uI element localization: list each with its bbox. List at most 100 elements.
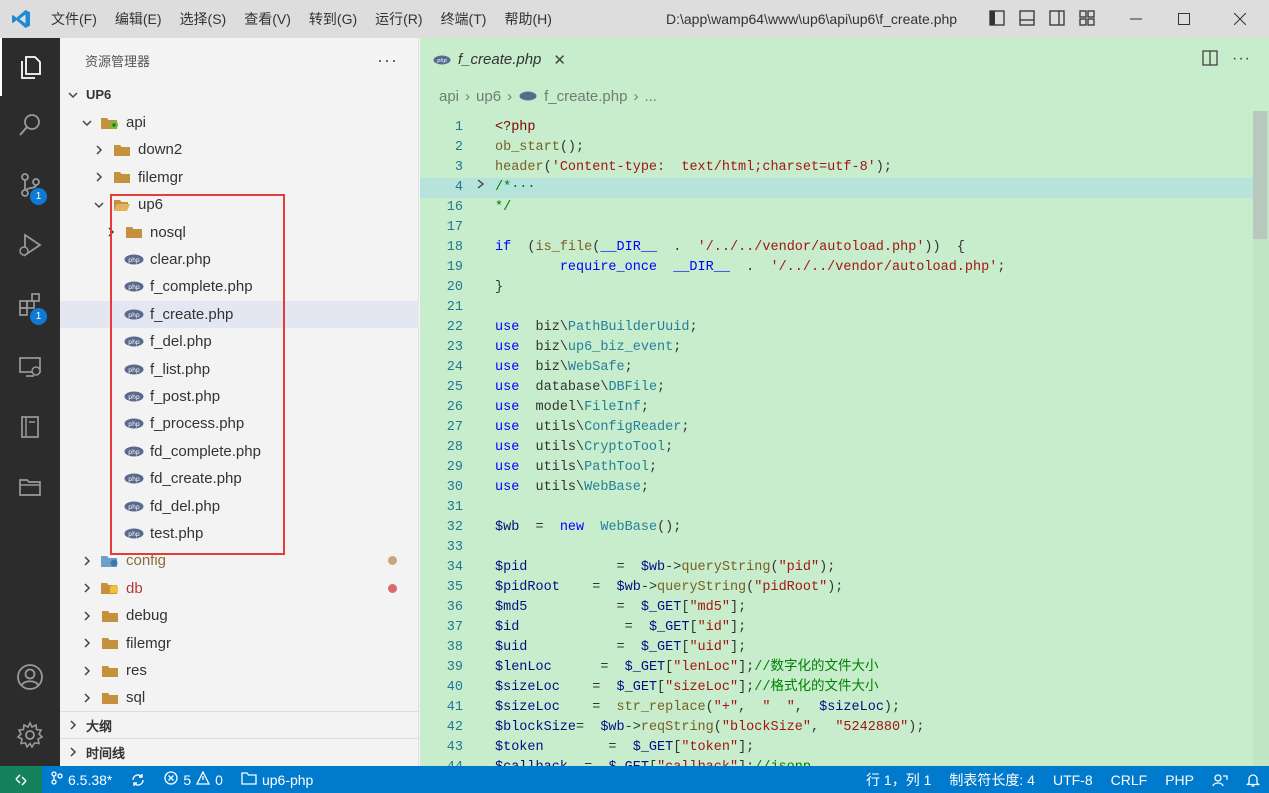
workspace-root[interactable]: UP6 (60, 81, 419, 108)
code-line[interactable]: 39 $lenLoc = $_GET["lenLoc"];//数字化的文件大小 (420, 658, 1254, 678)
file-fd-complete[interactable]: php fd_complete.php (60, 438, 419, 465)
code-line[interactable]: 36 $md5 = $_GET["md5"]; (420, 598, 1254, 618)
accounts-icon[interactable] (0, 648, 60, 706)
close-icon[interactable] (1217, 0, 1263, 38)
source-control-icon[interactable]: 1 (0, 156, 60, 214)
code-line[interactable]: 33 (420, 538, 1254, 558)
tab-size[interactable]: 制表符长度: 4 (940, 766, 1044, 793)
toggle-panel-icon[interactable] (1018, 9, 1036, 27)
tab-close-icon[interactable]: ✕ (553, 51, 566, 69)
folder-down2[interactable]: down2 (60, 136, 419, 163)
file-clear[interactable]: php clear.php (60, 246, 419, 273)
code-line[interactable]: 19 require_once __DIR__ . '/../../vendor… (420, 258, 1254, 278)
notifications-bell-icon[interactable] (1237, 766, 1269, 793)
more-actions-icon[interactable]: ··· (377, 50, 398, 71)
folder-icon[interactable] (0, 458, 60, 516)
folder-up6[interactable]: up6 (60, 191, 419, 218)
fold-chevron-right-icon[interactable] (476, 178, 488, 198)
code-line[interactable]: 24 use biz\WebSafe; (420, 358, 1254, 378)
code-line[interactable]: 44 $callback = $_GET["callback"];//jsonp (420, 758, 1254, 766)
code-line[interactable]: 30 use utils\WebBase; (420, 478, 1254, 498)
folder-filemgr-root[interactable]: filemgr (60, 630, 419, 657)
code-line[interactable]: 22 use biz\PathBuilderUuid; (420, 318, 1254, 338)
file-f-complete[interactable]: php f_complete.php (60, 273, 419, 300)
menu-selection[interactable]: 选择(S) (171, 0, 236, 38)
code-line[interactable]: 34 $pid = $wb->queryString("pid"); (420, 558, 1254, 578)
folder-status[interactable]: up6-php (232, 766, 322, 793)
folder-db[interactable]: db (60, 575, 419, 602)
encoding[interactable]: UTF-8 (1044, 766, 1102, 793)
file-f-list[interactable]: php f_list.php (60, 356, 419, 383)
code-line[interactable]: 20} (420, 278, 1254, 298)
breadcrumb-api[interactable]: api (439, 88, 459, 105)
search-icon[interactable] (0, 96, 60, 154)
branch-status[interactable]: 6.5.38* (42, 766, 121, 793)
file-f-process[interactable]: php f_process.php (60, 410, 419, 437)
code-line[interactable]: 41 $sizeLoc = str_replace("+", " ", $size… (420, 698, 1254, 718)
code-line[interactable]: 2 ob_start(); (420, 138, 1254, 158)
code-line[interactable]: 21 (420, 298, 1254, 318)
code-line[interactable]: 4 /*··· (420, 178, 1254, 198)
folder-config[interactable]: config (60, 547, 419, 574)
file-f-create[interactable]: php f_create.php (60, 300, 419, 328)
tab-f-create[interactable]: php f_create.php ✕ (420, 38, 580, 81)
code-line[interactable]: 16 */ (420, 198, 1254, 218)
notebook-icon[interactable] (0, 398, 60, 456)
remote-indicator-icon[interactable] (0, 766, 42, 793)
code-line[interactable]: 3 header('Content-type: text/html;charset… (420, 158, 1254, 178)
menu-go[interactable]: 转到(G) (300, 0, 366, 38)
toggle-sidebar-icon[interactable] (988, 9, 1006, 27)
code-line[interactable]: 42 $blockSize= $wb->reqString("blockSize"… (420, 718, 1254, 738)
settings-gear-icon[interactable] (0, 706, 60, 764)
file-test[interactable]: php test.php (60, 520, 419, 547)
code-line[interactable]: 1 <?php (420, 118, 1254, 138)
minimize-icon[interactable] (1113, 0, 1159, 38)
folder-nosql[interactable]: nosql (60, 219, 419, 246)
maximize-icon[interactable] (1161, 0, 1207, 38)
toggle-secondary-sidebar-icon[interactable] (1048, 9, 1066, 27)
outline-panel[interactable]: 大纲 (60, 711, 419, 738)
customize-layout-icon[interactable] (1078, 9, 1096, 27)
file-f-del[interactable]: php f_del.php (60, 328, 419, 355)
split-editor-icon[interactable] (1202, 50, 1218, 71)
breadcrumb-more[interactable]: ... (644, 88, 657, 105)
menu-edit[interactable]: 编辑(E) (106, 0, 171, 38)
code-line[interactable]: 32 $wb = new WebBase(); (420, 518, 1254, 538)
feedback-icon[interactable] (1203, 766, 1237, 793)
scrollbar-thumb[interactable] (1253, 111, 1267, 239)
folder-res[interactable]: res (60, 657, 419, 684)
run-debug-icon[interactable] (0, 216, 60, 274)
code-line[interactable]: 18 if (is_file(__DIR__ . '/../../vendor/a… (420, 238, 1254, 258)
menu-help[interactable]: 帮助(H) (495, 0, 560, 38)
code-line[interactable]: 27 use utils\ConfigReader; (420, 418, 1254, 438)
remote-explorer-icon[interactable] (0, 338, 60, 396)
folder-debug[interactable]: debug (60, 602, 419, 629)
extensions-icon[interactable]: 1 (0, 276, 60, 334)
menu-file[interactable]: 文件(F) (42, 0, 106, 38)
code-line[interactable]: 43 $token = $_GET["token"]; (420, 738, 1254, 758)
code-line[interactable]: 37 $id = $_GET["id"]; (420, 618, 1254, 638)
code-line[interactable]: 38 $uid = $_GET["uid"]; (420, 638, 1254, 658)
editor-more-icon[interactable]: ··· (1232, 50, 1251, 71)
code-line[interactable]: 17 (420, 218, 1254, 238)
file-fd-create[interactable]: php fd_create.php (60, 465, 419, 492)
code-editor[interactable]: 1 <?php 2 ob_start(); 3 header('Content-type:… (420, 111, 1269, 766)
code-line[interactable]: 25 use database\DBFile; (420, 378, 1254, 398)
menu-terminal[interactable]: 终端(T) (432, 0, 496, 38)
folder-sql[interactable]: sql (60, 684, 419, 711)
menu-run[interactable]: 运行(R) (366, 0, 431, 38)
folder-filemgr[interactable]: filemgr (60, 164, 419, 191)
cursor-position[interactable]: 行 1，列 1 (857, 766, 940, 793)
code-line[interactable]: 31 (420, 498, 1254, 518)
file-f-post[interactable]: php f_post.php (60, 383, 419, 410)
code-line[interactable]: 23 use biz\up6_biz_event; (420, 338, 1254, 358)
sync-icon[interactable] (121, 766, 155, 793)
timeline-panel[interactable]: 时间线 (60, 738, 419, 765)
language-mode[interactable]: PHP (1156, 766, 1203, 793)
breadcrumb-up6[interactable]: up6 (476, 88, 501, 105)
menu-view[interactable]: 查看(V) (235, 0, 300, 38)
code-line[interactable]: 35 $pidRoot = $wb->queryString("pidRoot")… (420, 578, 1254, 598)
breadcrumb-file[interactable]: f_create.php (544, 88, 627, 105)
explorer-icon[interactable] (0, 38, 60, 96)
code-line[interactable]: 26 use model\FileInf; (420, 398, 1254, 418)
